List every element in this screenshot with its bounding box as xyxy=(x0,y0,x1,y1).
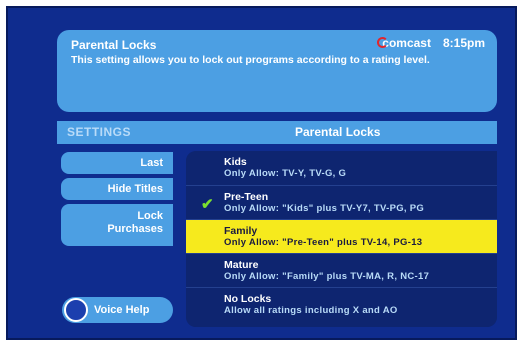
rating-options-list: Kids Only Allow: TV-Y, TV-G, G ✔ Pre-Tee… xyxy=(186,151,497,327)
option-mature[interactable]: Mature Only Allow: "Family" plus TV-MA, … xyxy=(186,253,497,287)
voice-help-circle-icon xyxy=(64,298,88,322)
brand-area: comcast 8:15pm xyxy=(377,36,485,50)
settings-label: SETTINGS xyxy=(67,125,132,139)
option-no-locks[interactable]: No Locks Allow all ratings including X a… xyxy=(186,287,497,327)
hide-titles-button[interactable]: Hide Titles xyxy=(61,178,173,200)
option-name: No Locks xyxy=(224,293,272,305)
info-panel: Parental Locks This setting allows you t… xyxy=(57,30,497,112)
lock-purchases-label-line2: Purchases xyxy=(107,223,163,235)
comcast-logo: comcast xyxy=(377,36,431,50)
option-name: Mature xyxy=(224,259,259,271)
option-description: Only Allow: "Family" plus TV-MA, R, NC-1… xyxy=(224,271,430,282)
brand-text: comcast xyxy=(382,36,431,50)
option-description: Only Allow: TV-Y, TV-G, G xyxy=(224,168,347,179)
info-description: This setting allows you to lock out prog… xyxy=(71,54,430,66)
option-kids[interactable]: Kids Only Allow: TV-Y, TV-G, G xyxy=(186,151,497,185)
voice-help-button[interactable]: Voice Help xyxy=(62,297,173,323)
option-description: Allow all ratings including X and AO xyxy=(224,305,398,316)
voice-help-label: Voice Help xyxy=(94,304,150,316)
tv-screen: Parental Locks This setting allows you t… xyxy=(6,6,517,340)
option-pre-teen[interactable]: ✔ Pre-Teen Only Allow: "Kids" plus TV-Y7… xyxy=(186,185,497,219)
checkmark-icon: ✔ xyxy=(201,196,214,213)
option-description: Only Allow: "Pre-Teen" plus TV-14, PG-13 xyxy=(224,237,423,248)
option-name: Family xyxy=(224,225,258,237)
lock-purchases-button[interactable]: Lock Purchases xyxy=(61,204,173,246)
panel-title: Parental Locks xyxy=(295,125,381,139)
clock: 8:15pm xyxy=(442,36,485,50)
settings-header: SETTINGS Parental Locks xyxy=(57,121,497,144)
option-name: Pre-Teen xyxy=(224,191,269,203)
option-description: Only Allow: "Kids" plus TV-Y7, TV-PG, PG xyxy=(224,203,425,214)
lock-purchases-label-line1: Lock xyxy=(137,210,163,222)
last-button[interactable]: Last xyxy=(61,152,173,174)
option-family[interactable]: Family Only Allow: "Pre-Teen" plus TV-14… xyxy=(186,219,497,253)
option-name: Kids xyxy=(224,156,247,168)
